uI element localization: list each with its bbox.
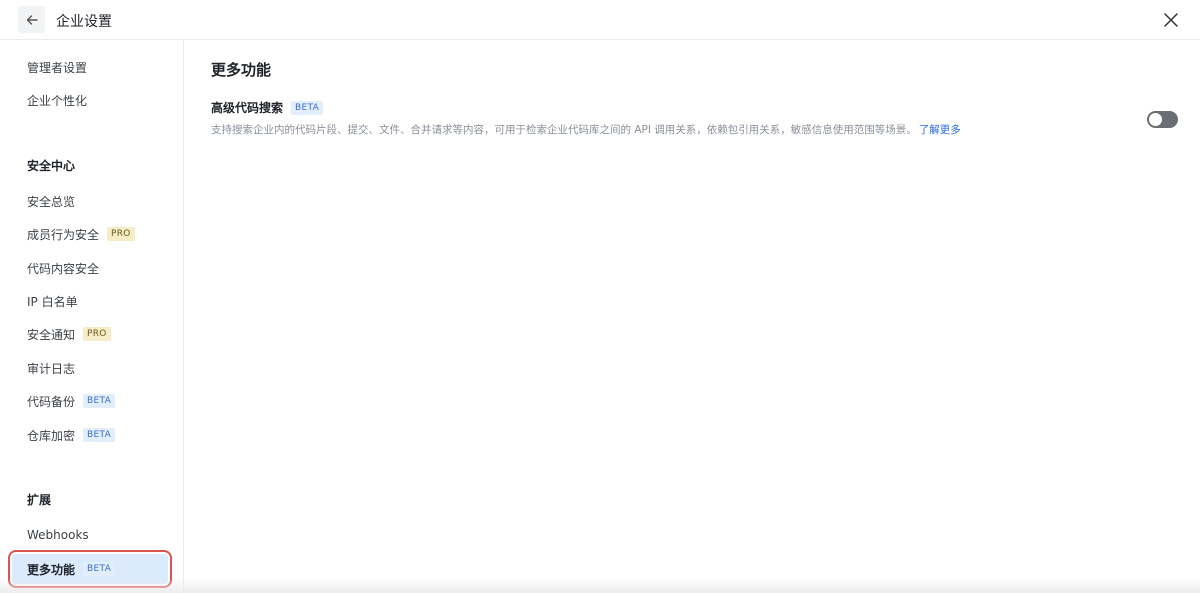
beta-badge: BETA <box>83 394 116 408</box>
beta-badge: BETA <box>291 100 324 115</box>
beta-badge: BETA <box>83 428 116 442</box>
sidebar-item-code-backup[interactable]: 代码备份 BETA <box>12 386 168 416</box>
pro-badge: PRO <box>83 327 111 341</box>
sidebar-item-label: 仓库加密 <box>27 428 76 443</box>
section-title-security: 安全中心 <box>27 159 76 173</box>
feature-label: 高级代码搜索 <box>211 101 284 115</box>
learn-more-link[interactable]: 了解更多 <box>919 124 961 136</box>
sidebar-item-label: 管理者设置 <box>27 60 88 75</box>
sidebar: 管理者设置 企业个性化 安全中心 安全总览 成员行为安全 PRO 代码内容安全 … <box>0 40 184 593</box>
sidebar-item-label: Webhooks <box>27 528 89 542</box>
feature-name: 高级代码搜索 BETA <box>211 99 324 116</box>
sidebar-item-label: IP 白名单 <box>27 294 78 309</box>
close-icon <box>1164 13 1178 27</box>
feature-description: 支持搜索企业内的代码片段、提交、文件、合并请求等内容，可用于检索企业代码库之间的… <box>211 122 961 137</box>
sidebar-item-label: 企业个性化 <box>27 93 88 108</box>
sidebar-item-audit-log[interactable]: 审计日志 <box>12 353 168 383</box>
sidebar-item-security-overview[interactable]: 安全总览 <box>12 186 168 216</box>
page-title: 企业设置 <box>56 14 112 30</box>
sidebar-item-member-behavior[interactable]: 成员行为安全 PRO <box>12 219 168 249</box>
beta-badge: BETA <box>83 562 116 576</box>
sidebar-item-label: 代码备份 <box>27 394 76 409</box>
close-button[interactable] <box>1160 9 1182 31</box>
feature-toggle[interactable] <box>1147 111 1178 128</box>
sidebar-item-label: 审计日志 <box>27 361 76 376</box>
arrow-left-icon <box>26 14 38 25</box>
toggle-knob <box>1149 113 1162 126</box>
sidebar-item-webhooks[interactable]: Webhooks <box>12 520 168 550</box>
back-button[interactable] <box>18 6 45 33</box>
sidebar-item-repo-encryption[interactable]: 仓库加密 BETA <box>12 420 168 450</box>
sidebar-item-code-content[interactable]: 代码内容安全 <box>12 253 168 283</box>
top-bar: 企业设置 <box>0 0 1200 40</box>
main-content: 更多功能 高级代码搜索 BETA 支持搜索企业内的代码片段、提交、文件、合并请求… <box>185 40 1200 593</box>
sidebar-item-ip-whitelist[interactable]: IP 白名单 <box>12 286 168 316</box>
sidebar-item-label: 更多功能 <box>27 562 76 577</box>
sidebar-item-security-notice[interactable]: 安全通知 PRO <box>12 319 168 349</box>
sidebar-item-personalization[interactable]: 企业个性化 <box>12 85 168 115</box>
sidebar-item-label: 安全通知 <box>27 327 76 342</box>
sidebar-item-label: 成员行为安全 <box>27 227 100 242</box>
main-title: 更多功能 <box>211 61 272 79</box>
feature-description-text: 支持搜索企业内的代码片段、提交、文件、合并请求等内容，可用于检索企业代码库之间的… <box>211 124 917 136</box>
section-title-extensions: 扩展 <box>27 493 52 507</box>
sidebar-item-label: 代码内容安全 <box>27 261 100 276</box>
sidebar-item-admin-settings[interactable]: 管理者设置 <box>12 52 168 82</box>
pro-badge: PRO <box>107 227 135 241</box>
sidebar-item-label: 安全总览 <box>27 194 76 209</box>
bottom-shadow <box>0 578 1200 593</box>
